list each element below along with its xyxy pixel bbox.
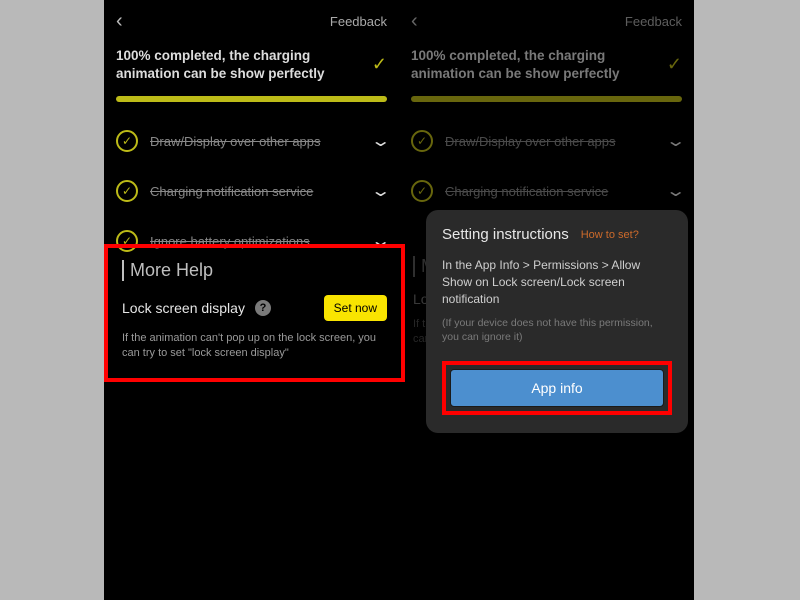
setting-item[interactable]: ✓ Draw/Display over other apps ⌄ bbox=[116, 116, 387, 166]
how-to-set-link[interactable]: How to set? bbox=[581, 229, 639, 241]
page-margin-left bbox=[0, 0, 104, 600]
status-row: 100% completed, the charging animation c… bbox=[104, 39, 399, 86]
more-help-heading: More Help bbox=[122, 260, 387, 281]
modal-title: Setting instructions bbox=[442, 226, 569, 243]
screenshot-pair: ‹ Feedback 100% completed, the charging … bbox=[104, 0, 694, 600]
check-icon: ✓ bbox=[372, 54, 387, 75]
more-help-highlight: More Help Lock screen display ? Set now … bbox=[104, 244, 405, 382]
topbar: ‹ Feedback bbox=[104, 0, 399, 39]
set-now-button[interactable]: Set now bbox=[324, 295, 387, 321]
feedback-link[interactable]: Feedback bbox=[625, 14, 682, 29]
check-circle-icon: ✓ bbox=[411, 180, 433, 202]
setting-item[interactable]: ✓ Charging notification service ⌄ bbox=[116, 166, 387, 216]
check-circle-icon: ✓ bbox=[411, 130, 433, 152]
back-icon[interactable]: ‹ bbox=[116, 10, 123, 33]
setting-item[interactable]: ✓ Charging notification service ⌄ bbox=[411, 166, 682, 216]
check-icon: ✓ bbox=[667, 54, 682, 75]
setting-label: Charging notification service bbox=[445, 184, 657, 199]
modal-title-row: Setting instructions How to set? bbox=[442, 226, 672, 243]
check-circle-icon: ✓ bbox=[116, 130, 138, 152]
lock-screen-row: Lock screen display ? Set now bbox=[122, 295, 387, 321]
topbar: ‹ Feedback bbox=[399, 0, 694, 39]
modal-instruction-text: In the App Info > Permissions > Allow Sh… bbox=[442, 257, 672, 307]
progress-bar bbox=[116, 96, 387, 102]
status-text: 100% completed, the charging animation c… bbox=[411, 47, 621, 82]
settings-list: ✓ Draw/Display over other apps ⌄ ✓ Charg… bbox=[399, 116, 694, 216]
setting-label: Draw/Display over other apps bbox=[150, 134, 362, 149]
check-circle-icon: ✓ bbox=[116, 180, 138, 202]
chevron-down-icon: ⌄ bbox=[665, 181, 686, 201]
status-row: 100% completed, the charging animation c… bbox=[399, 39, 694, 86]
status-text: 100% completed, the charging animation c… bbox=[116, 47, 326, 82]
lock-screen-label: Lock screen display bbox=[122, 300, 245, 316]
app-info-highlight: App info bbox=[442, 361, 672, 415]
setting-item[interactable]: ✓ Draw/Display over other apps ⌄ bbox=[411, 116, 682, 166]
setting-instructions-modal: Setting instructions How to set? In the … bbox=[426, 210, 688, 433]
chevron-down-icon: ⌄ bbox=[665, 131, 686, 151]
setting-label: Draw/Display over other apps bbox=[445, 134, 657, 149]
chevron-down-icon: ⌄ bbox=[370, 181, 391, 201]
progress-bar bbox=[411, 96, 682, 102]
back-icon[interactable]: ‹ bbox=[411, 10, 418, 33]
chevron-down-icon: ⌄ bbox=[370, 131, 391, 151]
modal-hint-text: (If your device does not have this permi… bbox=[442, 317, 672, 344]
feedback-link[interactable]: Feedback bbox=[330, 14, 387, 29]
setting-label: Charging notification service bbox=[150, 184, 362, 199]
help-icon[interactable]: ? bbox=[255, 300, 271, 316]
help-text: If the animation can't pop up on the loc… bbox=[122, 331, 387, 362]
app-info-button[interactable]: App info bbox=[450, 369, 664, 407]
phone-left: ‹ Feedback 100% completed, the charging … bbox=[104, 0, 399, 600]
page-margin-right bbox=[694, 0, 800, 600]
